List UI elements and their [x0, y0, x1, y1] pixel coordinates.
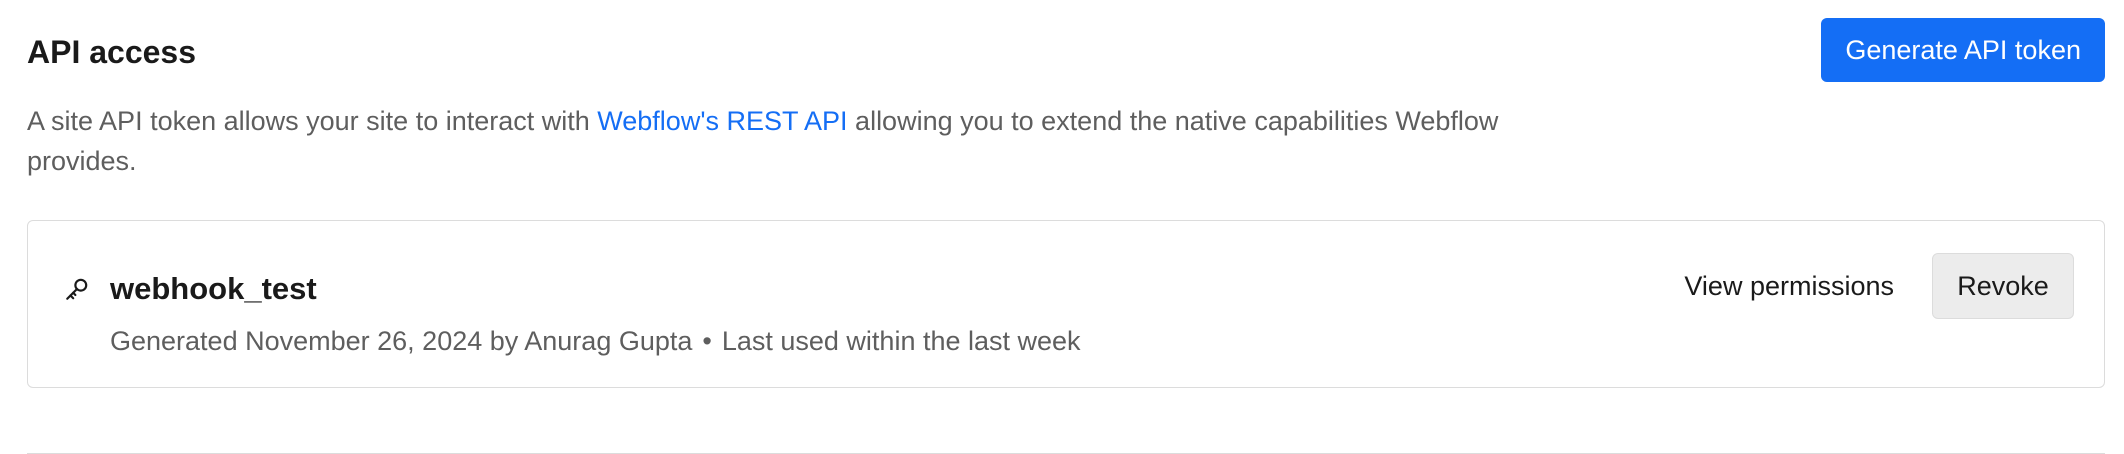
description-text-before: A site API token allows your site to int…: [27, 106, 598, 136]
token-meta: Generated November 26, 2024 by Anurag Gu…: [110, 321, 1081, 361]
token-name: webhook_test: [110, 271, 317, 306]
revoke-button[interactable]: Revoke: [1932, 253, 2074, 319]
token-generated-info: Generated November 26, 2024 by Anurag Gu…: [110, 326, 693, 356]
section-description: A site API token allows your site to int…: [27, 101, 1607, 181]
api-token-card: webhook_test Generated November 26, 2024…: [27, 220, 2105, 388]
key-icon: [66, 278, 88, 300]
section-title: API access: [27, 34, 197, 70]
view-permissions-button[interactable]: View permissions: [1684, 253, 1894, 319]
rest-api-link[interactable]: Webflow's REST API: [597, 106, 847, 136]
api-access-header: API access Generate API token: [27, 18, 2105, 84]
generate-api-token-button[interactable]: Generate API token: [1821, 18, 2105, 82]
token-last-used: Last used within the last week: [721, 326, 1081, 356]
meta-separator: •: [702, 326, 712, 356]
